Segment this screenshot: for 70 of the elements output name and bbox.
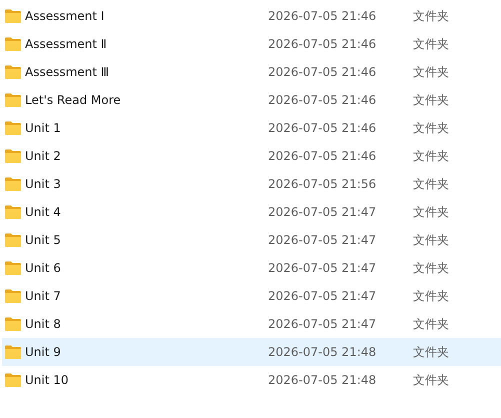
file-name: Unit 3 — [25, 177, 61, 191]
folder-icon — [5, 373, 21, 387]
folder-row[interactable]: Assessment Ⅲ 2026-07-05 21:46 文件夹 — [2, 58, 501, 86]
folder-icon — [5, 289, 21, 303]
file-name: Assessment Ⅰ — [25, 9, 104, 23]
file-type: 文件夹 — [413, 8, 450, 24]
folder-row[interactable]: Unit 4 2026-07-05 21:47 文件夹 — [2, 198, 501, 226]
file-name: Assessment Ⅲ — [25, 65, 110, 79]
file-name: Unit 9 — [25, 345, 61, 359]
file-type: 文件夹 — [413, 260, 450, 276]
date-modified: 2026-07-05 21:46 — [268, 37, 378, 51]
file-type: 文件夹 — [413, 120, 450, 136]
folder-row[interactable]: Unit 9 2026-07-05 21:48 文件夹 — [2, 338, 501, 366]
folder-row[interactable]: Assessment Ⅱ 2026-07-05 21:46 文件夹 — [2, 30, 501, 58]
file-name: Let's Read More — [25, 93, 121, 107]
date-modified: 2026-07-05 21:47 — [268, 233, 378, 247]
folder-row[interactable]: Unit 3 2026-07-05 21:56 文件夹 — [2, 170, 501, 198]
date-modified: 2026-07-05 21:46 — [268, 65, 378, 79]
folder-icon — [5, 205, 21, 219]
file-type: 文件夹 — [413, 92, 450, 108]
file-type: 文件夹 — [413, 36, 450, 52]
file-name: Unit 10 — [25, 373, 69, 387]
date-modified: 2026-07-05 21:47 — [268, 205, 378, 219]
file-type: 文件夹 — [413, 204, 450, 220]
file-name: Unit 1 — [25, 121, 61, 135]
folder-icon — [5, 121, 21, 135]
folder-row[interactable]: Unit 8 2026-07-05 21:47 文件夹 — [2, 310, 501, 338]
date-modified: 2026-07-05 21:56 — [268, 177, 378, 191]
folder-icon — [5, 177, 21, 191]
date-modified: 2026-07-05 21:47 — [268, 289, 378, 303]
folder-row[interactable]: Unit 1 2026-07-05 21:46 文件夹 — [2, 114, 501, 142]
folder-row[interactable]: Unit 10 2026-07-05 21:48 文件夹 — [2, 366, 501, 394]
file-name: Unit 5 — [25, 233, 61, 247]
date-modified: 2026-07-05 21:47 — [268, 317, 378, 331]
folder-row[interactable]: Unit 6 2026-07-05 21:47 文件夹 — [2, 254, 501, 282]
file-type: 文件夹 — [413, 288, 450, 304]
file-name: Unit 6 — [25, 261, 61, 275]
date-modified: 2026-07-05 21:46 — [268, 121, 378, 135]
folder-icon — [5, 317, 21, 331]
file-type: 文件夹 — [413, 232, 450, 248]
file-name: Unit 8 — [25, 317, 61, 331]
folder-icon — [5, 345, 21, 359]
folder-row[interactable]: Unit 2 2026-07-05 21:46 文件夹 — [2, 142, 501, 170]
file-type: 文件夹 — [413, 316, 450, 332]
file-name: Unit 7 — [25, 289, 61, 303]
folder-icon — [5, 65, 21, 79]
file-name: Unit 2 — [25, 149, 61, 163]
folder-row[interactable]: Assessment Ⅰ 2026-07-05 21:46 文件夹 — [2, 2, 501, 30]
date-modified: 2026-07-05 21:48 — [268, 373, 378, 387]
file-name: Assessment Ⅱ — [25, 37, 107, 51]
folder-icon — [5, 93, 21, 107]
folder-icon — [5, 233, 21, 247]
date-modified: 2026-07-05 21:48 — [268, 345, 378, 359]
folder-icon — [5, 149, 21, 163]
date-modified: 2026-07-05 21:46 — [268, 149, 378, 163]
folder-icon — [5, 9, 21, 23]
folder-icon — [5, 261, 21, 275]
folder-row[interactable]: Let's Read More 2026-07-05 21:46 文件夹 — [2, 86, 501, 114]
file-type: 文件夹 — [413, 372, 450, 388]
file-type: 文件夹 — [413, 176, 450, 192]
file-type: 文件夹 — [413, 64, 450, 80]
folder-row[interactable]: Unit 5 2026-07-05 21:47 文件夹 — [2, 226, 501, 254]
file-type: 文件夹 — [413, 344, 450, 360]
date-modified: 2026-07-05 21:46 — [268, 9, 378, 23]
file-type: 文件夹 — [413, 148, 450, 164]
date-modified: 2026-07-05 21:47 — [268, 261, 378, 275]
folder-icon — [5, 37, 21, 51]
date-modified: 2026-07-05 21:46 — [268, 93, 378, 107]
file-name: Unit 4 — [25, 205, 61, 219]
folder-row[interactable]: Unit 7 2026-07-05 21:47 文件夹 — [2, 282, 501, 310]
